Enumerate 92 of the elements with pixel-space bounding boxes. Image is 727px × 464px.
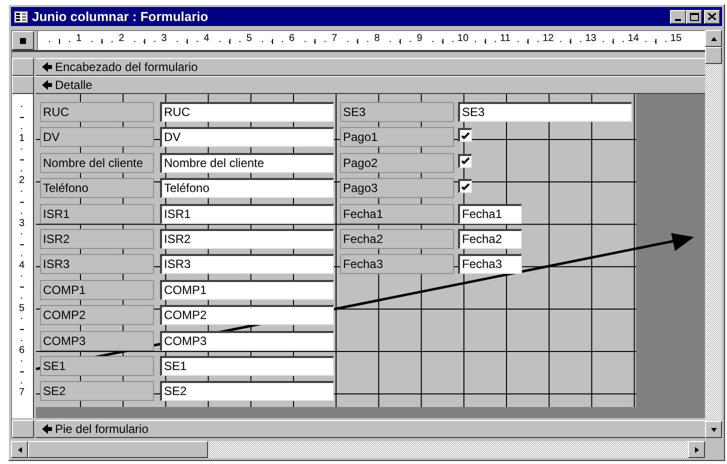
ruler-number: 1 bbox=[19, 134, 25, 144]
ruler-number: 13 bbox=[584, 34, 598, 44]
scroll-down-button[interactable] bbox=[705, 421, 722, 438]
ruler-number: 12 bbox=[542, 34, 555, 44]
section-selector[interactable] bbox=[12, 76, 34, 94]
date-box[interactable]: Fecha3 bbox=[458, 254, 522, 274]
scroll-down-icon bbox=[710, 426, 718, 434]
checkbox[interactable] bbox=[458, 154, 472, 168]
field-label[interactable]: SE1 bbox=[40, 356, 154, 376]
ruler-number: 10 bbox=[456, 34, 470, 44]
ruler-number: 6 bbox=[19, 346, 25, 356]
scroll-up-icon bbox=[710, 34, 718, 42]
field-label[interactable]: Nombre del cliente bbox=[40, 152, 154, 173]
ruler-number: 5 bbox=[19, 304, 25, 314]
scroll-thumb[interactable] bbox=[705, 47, 722, 64]
text-box[interactable]: COMP3 bbox=[160, 330, 334, 351]
text-box[interactable]: Teléfono bbox=[160, 178, 334, 198]
form-selector[interactable] bbox=[12, 31, 34, 50]
field-label[interactable]: RUC bbox=[40, 102, 154, 122]
scroll-up-button[interactable] bbox=[705, 30, 722, 47]
text-box[interactable]: RUC bbox=[160, 102, 334, 122]
section-title: Encabezado del formulario bbox=[55, 61, 198, 73]
section-bar[interactable]: Encabezado del formulario bbox=[36, 58, 705, 76]
text-box[interactable]: Nombre del cliente bbox=[160, 152, 334, 173]
maximize-icon bbox=[690, 12, 698, 20]
checkmark-icon bbox=[461, 132, 470, 140]
field-label[interactable]: Fecha1 bbox=[340, 204, 454, 224]
date-box[interactable]: Fecha2 bbox=[458, 229, 522, 249]
ruler-number: 2 bbox=[118, 34, 126, 44]
scroll-thumb[interactable] bbox=[28, 441, 208, 458]
scroll-left-icon bbox=[16, 446, 24, 454]
field-label[interactable]: SE2 bbox=[40, 381, 154, 402]
field-label[interactable]: COMP3 bbox=[40, 330, 154, 351]
field-label[interactable]: DV bbox=[40, 127, 154, 148]
section-title: Detalle bbox=[55, 79, 92, 91]
ruler-number: 11 bbox=[499, 34, 512, 44]
window-title: Junio columnar : Formulario bbox=[32, 10, 210, 23]
text-box[interactable]: COMP1 bbox=[160, 280, 334, 300]
scroll-right-icon bbox=[692, 446, 700, 454]
ruler-number: 9 bbox=[416, 34, 424, 44]
ruler-number: 1 bbox=[75, 34, 83, 44]
ruler-number: 3 bbox=[19, 218, 25, 229]
field-label[interactable]: Pago3 bbox=[340, 178, 454, 198]
field-label[interactable]: Teléfono bbox=[40, 178, 154, 198]
field-label[interactable]: Fecha2 bbox=[340, 229, 454, 249]
form-icon bbox=[14, 10, 28, 22]
section-marker-icon bbox=[42, 62, 52, 72]
field-label[interactable]: SE3 bbox=[340, 102, 454, 122]
ruler-number: 6 bbox=[288, 34, 296, 44]
field-label[interactable]: ISR1 bbox=[40, 204, 154, 224]
text-box[interactable]: COMP2 bbox=[160, 305, 334, 326]
checkmark-icon bbox=[461, 157, 470, 166]
scroll-right-button[interactable] bbox=[688, 441, 705, 458]
field-label[interactable]: ISR3 bbox=[40, 254, 154, 274]
field-label[interactable]: Pago2 bbox=[340, 152, 454, 173]
date-box[interactable]: Fecha1 bbox=[458, 204, 522, 224]
ruler-number: 7 bbox=[330, 34, 338, 44]
ruler-number: 5 bbox=[245, 34, 253, 44]
section-bar[interactable]: Pie del formulario bbox=[36, 420, 705, 438]
section-bar[interactable]: Detalle bbox=[36, 76, 705, 94]
minimize-icon bbox=[675, 18, 681, 20]
ruler-number: 15 bbox=[669, 34, 683, 44]
section-marker-icon bbox=[42, 424, 52, 434]
text-box[interactable]: ISR1 bbox=[160, 204, 334, 224]
minimize-button[interactable] bbox=[670, 10, 686, 24]
close-button[interactable] bbox=[704, 10, 720, 24]
text-box[interactable]: ISR3 bbox=[160, 254, 334, 274]
text-box[interactable]: SE2 bbox=[160, 381, 334, 402]
field-label[interactable]: Pago1 bbox=[340, 127, 454, 148]
section-title: Pie del formulario bbox=[55, 423, 148, 435]
section-selector[interactable] bbox=[12, 420, 34, 438]
ruler-number: 3 bbox=[160, 34, 168, 44]
text-box[interactable]: SE1 bbox=[160, 356, 334, 376]
text-box[interactable]: ISR2 bbox=[160, 229, 334, 249]
scroll-left-button[interactable] bbox=[11, 441, 28, 458]
section-selector[interactable] bbox=[12, 58, 34, 76]
field-label[interactable]: ISR2 bbox=[40, 229, 154, 249]
field-label[interactable]: COMP1 bbox=[40, 280, 154, 300]
text-box[interactable]: DV bbox=[160, 127, 334, 148]
section-marker-icon bbox=[42, 80, 52, 90]
checkmark-icon bbox=[461, 182, 470, 191]
checkbox[interactable] bbox=[458, 179, 472, 194]
ruler-number: 8 bbox=[373, 34, 381, 44]
field-label[interactable]: Fecha3 bbox=[340, 254, 454, 274]
checkbox[interactable] bbox=[458, 128, 472, 142]
maximize-button[interactable] bbox=[686, 10, 702, 24]
close-icon bbox=[708, 13, 716, 20]
text-box[interactable]: SE3 bbox=[458, 102, 632, 122]
ruler-number: 4 bbox=[202, 34, 210, 44]
field-label[interactable]: COMP2 bbox=[40, 305, 154, 326]
ruler-number: 14 bbox=[626, 34, 640, 44]
square-icon bbox=[20, 38, 26, 44]
